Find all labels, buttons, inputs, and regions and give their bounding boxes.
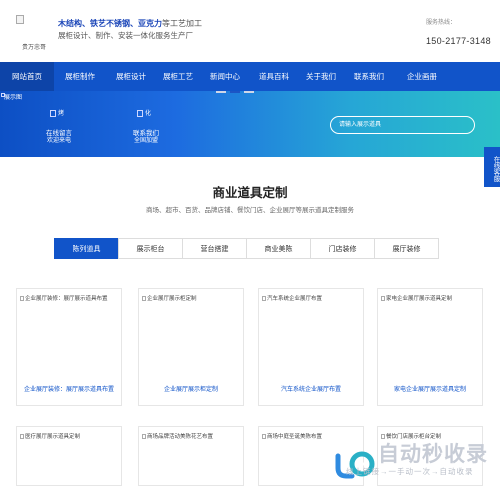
tagline: 木结构、铁艺不锈钢、亚克力等工艺加工 展柜设计、制作、安装一体化服务生产厂 <box>58 18 248 46</box>
card-caption[interactable]: 企业展厅装修：展厅展示道具布置 <box>17 384 121 393</box>
tab-display-props[interactable]: 陈列道具 <box>54 238 119 259</box>
broken-image-icon <box>381 296 385 302</box>
main-nav: 网站首页 展柜制作 展柜设计 展柜工艺 新闻中心 道具百科 关于我们 联系我们 … <box>0 62 500 91</box>
nav-item-cabinet-design[interactable]: 展柜设计 <box>106 62 156 91</box>
nav-item-news[interactable]: 新闻中心 <box>200 62 250 91</box>
online-service-tab[interactable]: 在线客服 <box>484 147 500 187</box>
feature-sub: 全国加盟 <box>133 138 158 144</box>
broken-image-icon <box>262 434 266 440</box>
site-logo[interactable]: 贵万忠哥 <box>10 12 52 52</box>
nav-item-cabinet-making[interactable]: 展柜制作 <box>54 62 106 91</box>
tagline-rest: 等工艺加工 <box>162 19 202 28</box>
site-header: 贵万忠哥 木结构、铁艺不锈钢、亚克力等工艺加工 展柜设计、制作、安装一体化服务生… <box>0 0 500 62</box>
feature-mark: 烤 <box>58 111 65 117</box>
watermark-slogan: 线上链接→一手动一次→自动收录 <box>346 467 474 476</box>
card-image-alt: 商场中庭圣诞美陈布置 <box>267 434 323 440</box>
product-card[interactable]: 商场品牌活动美陈花艺布置 <box>138 426 244 486</box>
watermark: 自动秒收录 线上链接→一手动一次→自动收录 <box>332 438 500 500</box>
tab-store-renovation[interactable]: 门店装修 <box>310 238 375 259</box>
carousel-dot-active[interactable] <box>230 91 240 93</box>
card-image-alt: 企业展厅展示柜定制 <box>147 296 197 302</box>
nav-item-wiki[interactable]: 道具百科 <box>250 62 298 91</box>
feature-sub: 欢迎来电 <box>46 138 71 144</box>
product-card[interactable]: 企业展厅展示柜定制 企业展厅展示柜定制 <box>138 288 244 406</box>
watermark-name: 自动秒收录 <box>378 443 488 466</box>
tab-commercial-decor[interactable]: 商业美陈 <box>246 238 311 259</box>
category-tabs: 陈列道具 展示柜台 营台搭建 商业美陈 门店装修 展厅装修 <box>54 238 439 259</box>
product-card[interactable]: 企业展厅装修：展厅展示道具布置 企业展厅装修：展厅展示道具布置 <box>16 288 122 406</box>
tab-display-counter[interactable]: 展示柜台 <box>118 238 183 259</box>
hotline-label: 服务热线： <box>426 20 457 26</box>
nav-item-craft[interactable]: 展柜工艺 <box>156 62 200 91</box>
card-image-alt: 商场品牌活动美陈花艺布置 <box>147 434 214 440</box>
broken-image-icon <box>137 109 143 117</box>
broken-image-icon <box>142 296 146 302</box>
section-subtitle: 商场、超市、百货、品牌店铺、餐饮门店、企业展厅等展示道具定制服务 <box>146 207 354 214</box>
tab-booth-build[interactable]: 营台搭建 <box>182 238 247 259</box>
card-caption[interactable]: 家电企业展厅展示道具定制 <box>378 384 482 393</box>
carousel-dots <box>216 91 254 93</box>
nav-item-contact[interactable]: 联系我们 <box>344 62 394 91</box>
feature-message[interactable]: 烤 在线留言 欢迎来电 <box>46 108 72 144</box>
card-caption[interactable]: 汽车系统企业展厅布置 <box>259 384 363 393</box>
search-input[interactable]: 请输入展示道具 <box>330 116 475 134</box>
carousel-dot[interactable] <box>244 91 254 93</box>
tagline-line2: 展柜设计、制作、安装一体化服务生产厂 <box>58 31 193 40</box>
broken-image-icon <box>20 434 24 440</box>
card-caption[interactable]: 企业展厅展示柜定制 <box>139 384 243 393</box>
broken-image-icon <box>50 109 56 117</box>
feature-contact[interactable]: 化 联系我们 全国加盟 <box>133 108 159 144</box>
tagline-highlight: 木结构、铁艺不锈钢、亚克力 <box>58 19 162 28</box>
broken-image-icon <box>16 15 24 24</box>
logo-alt-text: 贵万忠哥 <box>22 45 47 51</box>
nav-item-about[interactable]: 关于我们 <box>298 62 344 91</box>
carousel-dot[interactable] <box>216 91 226 93</box>
nav-item-brochure[interactable]: 企业画册 <box>394 62 450 91</box>
product-card[interactable]: 汽车系统企业展厅布置 汽车系统企业展厅布置 <box>258 288 364 406</box>
page: 贵万忠哥 木结构、铁艺不锈钢、亚克力等工艺加工 展柜设计、制作、安装一体化服务生… <box>0 0 500 500</box>
hotline-number[interactable]: 150-2177-3148 <box>426 36 491 46</box>
broken-image-icon <box>142 434 146 440</box>
hotline: 服务热线： 150-2177-3148 <box>426 17 491 46</box>
product-card[interactable]: 家电企业展厅展示道具定制 家电企业展厅展示道具定制 <box>377 288 483 406</box>
nav-item-home[interactable]: 网站首页 <box>0 62 54 91</box>
section-title: 商业道具定制 <box>212 186 288 200</box>
card-image-alt: 企业展厅装修：展厅展示道具布置 <box>25 296 108 302</box>
banner-alt-text: 展示图 <box>4 95 23 101</box>
product-card[interactable]: 医疗展厅展示道具定制 <box>16 426 122 486</box>
card-image-alt: 医疗展厅展示道具定制 <box>25 434 81 440</box>
broken-image-icon <box>20 296 24 302</box>
tab-showroom-renovation[interactable]: 展厅装修 <box>374 238 439 259</box>
feature-mark: 化 <box>145 111 152 117</box>
card-image-alt: 家电企业展厅展示道具定制 <box>386 296 453 302</box>
broken-image-icon <box>262 296 266 302</box>
card-image-alt: 汽车系统企业展厅布置 <box>267 296 323 302</box>
